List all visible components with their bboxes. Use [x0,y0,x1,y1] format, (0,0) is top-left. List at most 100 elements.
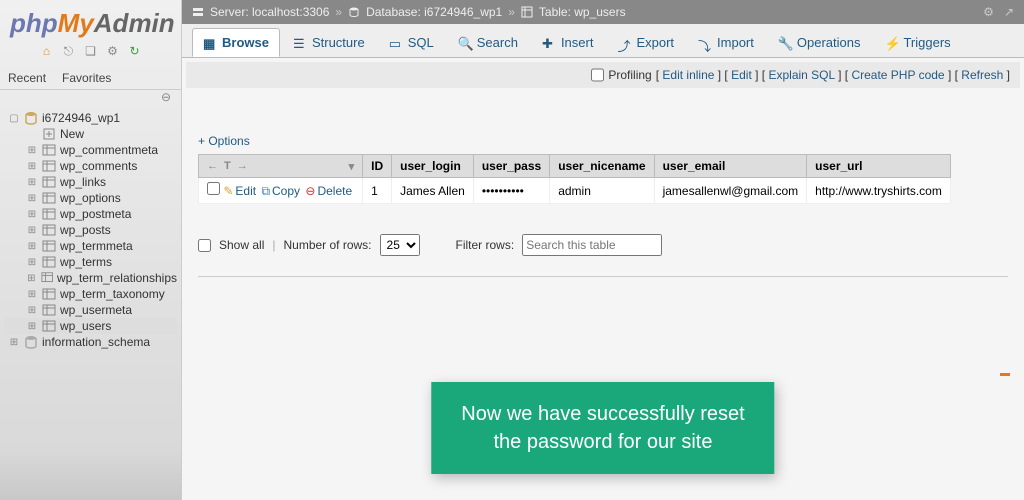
edit-icon: ✎ [223,184,233,198]
copy-link[interactable]: Copy [272,184,300,198]
sidebar-tab-recent[interactable]: Recent [0,67,54,89]
divider [198,276,1008,277]
show-all-checkbox[interactable] [198,239,211,252]
tab-triggers[interactable]: ⚡Triggers [873,28,961,57]
tree-table-wp-term-relationships[interactable]: ⊞wp_term_relationships [4,270,177,286]
success-overlay: Now we have successfully reset the passw… [431,382,774,474]
col-id[interactable]: ID [363,155,392,178]
plus-icon[interactable]: ⊞ [26,209,38,220]
col-url[interactable]: user_url [807,155,951,178]
tab-label: Triggers [903,35,950,50]
plus-icon[interactable]: ⊞ [26,177,38,188]
plus-icon[interactable]: ⊞ [26,225,38,236]
tree-table-wp-terms[interactable]: ⊞wp_terms [4,254,177,270]
sort-toggle-icon[interactable]: T [224,160,231,172]
profiling-link-edit-inline[interactable]: Edit inline [662,68,714,82]
crumb-table[interactable]: Table: wp_users [539,5,626,19]
arrow-right-icon[interactable]: → [237,160,248,172]
col-email[interactable]: user_email [654,155,807,178]
col-login[interactable]: user_login [392,155,474,178]
tree-table-label: wp_links [60,175,106,189]
tab-search[interactable]: 🔍Search [447,28,529,57]
plus-icon[interactable]: ⊞ [26,257,38,268]
tree-table-wp-commentmeta[interactable]: ⊞wp_commentmeta [4,142,177,158]
settings-icon[interactable]: ⚙ [105,43,121,59]
tree-table-wp-users[interactable]: ⊞wp_users [4,318,177,334]
tree-table-wp-term-taxonomy[interactable]: ⊞wp_term_taxonomy [4,286,177,302]
tab-structure[interactable]: ☰Structure [282,28,376,57]
plus-icon[interactable]: ⊞ [26,289,38,300]
tree-table-New[interactable]: New [4,126,177,142]
plus-icon[interactable]: ⊞ [26,241,38,252]
tree-table-wp-options[interactable]: ⊞ wp_options [4,190,177,206]
row-checkbox[interactable] [207,182,220,195]
tab-insert[interactable]: ✚Insert [531,28,605,57]
logout-icon[interactable]: ⎋ [61,43,77,59]
tab-sql[interactable]: ▭SQL [378,28,445,57]
rows-select[interactable]: 25 [380,234,420,256]
tree-table-wp-links[interactable]: ⊞ wp_links [4,174,177,190]
expand-icon[interactable]: ↗ [1004,5,1014,19]
cell-url: http://www.tryshirts.com [807,178,951,204]
tab-operations[interactable]: 🔧Operations [767,28,872,57]
crumb-database[interactable]: Database: i6724946_wp1 [366,5,502,19]
tree-table-wp-posts[interactable]: ⊞wp_posts [4,222,177,238]
tree-table-wp-termmeta[interactable]: ⊞wp_termmeta [4,238,177,254]
profiling-checkbox[interactable] [591,68,604,82]
tree-table-wp-postmeta[interactable]: ⊞ wp_postmeta [4,206,177,222]
plus-icon[interactable]: ⊞ [26,321,38,332]
database-icon [24,111,38,125]
tab-label: Structure [312,35,365,50]
plus-icon[interactable]: ⊞ [26,161,38,172]
profiling-link-refresh[interactable]: Refresh [961,68,1003,82]
results-table: ← T → ▾ ID user_login user_pass user_nic… [198,154,951,204]
collapse-icon[interactable]: ⊖ [0,90,181,104]
db-tree: ▢ i6724946_wp1 New⊞wp_commentmeta⊞wp_com… [0,104,181,356]
tree-table-label: wp_options [60,191,121,205]
tab-browse[interactable]: ▦Browse [192,28,280,57]
profiling-link-create-php-code[interactable]: Create PHP code [851,68,944,82]
copy-icon: ⧉ [261,184,270,198]
options-link[interactable]: + Options [198,134,250,148]
table-icon [42,175,56,189]
logo: phpMyAdmin [0,0,181,41]
table-icon [42,207,56,221]
profiling-link-explain-sql[interactable]: Explain SQL [768,68,834,82]
profiling-link-edit[interactable]: Edit [731,68,752,82]
col-nicename[interactable]: user_nicename [550,155,654,178]
plus-icon[interactable]: ⊞ [8,337,20,348]
plus-icon[interactable]: ⊞ [26,305,38,316]
tab-label: Browse [222,35,269,50]
cell-pass: •••••••••• [473,178,549,204]
tree-info-schema[interactable]: ⊞ information_schema [4,334,177,350]
row-actions: ✎Edit ⧉Copy ⊖Delete [199,178,363,204]
content: + Options ← T → ▾ ID user_login user_pas… [182,92,1024,500]
sidebar-tab-favorites[interactable]: Favorites [54,67,119,89]
tree-db[interactable]: ▢ i6724946_wp1 [4,110,177,126]
table-icon [42,143,56,157]
sidebar-tabs: Recent Favorites [0,67,181,90]
minus-icon[interactable]: ▢ [8,113,20,124]
filter-input[interactable] [522,234,662,256]
tab-export[interactable]: ⤴Export [606,28,685,57]
chevron-down-icon[interactable]: ▾ [349,160,355,173]
sort-header[interactable]: ← T → ▾ [199,155,363,178]
gear-icon[interactable]: ⚙ [983,5,994,19]
tree-table-wp-usermeta[interactable]: ⊞wp_usermeta [4,302,177,318]
crumb-server[interactable]: Server: localhost:3306 [210,5,329,19]
tree-table-wp-comments[interactable]: ⊞wp_comments [4,158,177,174]
tree-table-label: wp_postmeta [60,207,131,221]
table-icon [42,303,56,317]
edit-link[interactable]: Edit [235,184,256,198]
docs-icon[interactable]: ❏ [83,43,99,59]
plus-icon[interactable]: ⊞ [26,193,38,204]
home-icon[interactable]: ⌂ [39,43,55,59]
plus-icon[interactable]: ⊞ [26,273,37,284]
tab-import[interactable]: ⤵Import [687,28,765,57]
sql-icon: ▭ [389,36,403,50]
col-pass[interactable]: user_pass [473,155,549,178]
plus-icon[interactable]: ⊞ [26,145,38,156]
delete-link[interactable]: Delete [317,184,352,198]
reload-icon[interactable]: ↻ [127,43,143,59]
arrow-left-icon[interactable]: ← [207,160,218,172]
